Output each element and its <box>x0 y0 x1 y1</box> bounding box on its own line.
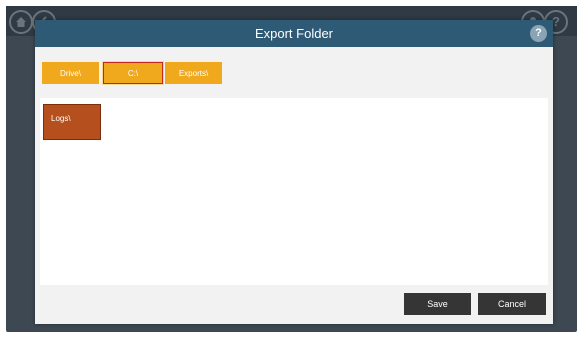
folder-list: Logs\ <box>40 98 548 285</box>
breadcrumb-item-exports[interactable]: Exports\ <box>165 62 222 84</box>
dialog-help-button[interactable]: ? <box>530 25 547 42</box>
breadcrumb-item-drive[interactable]: Drive\ <box>42 62 99 84</box>
save-button[interactable]: Save <box>404 293 471 315</box>
dialog-title: Export Folder <box>254 26 334 41</box>
home-icon[interactable] <box>9 10 33 34</box>
export-folder-dialog: Export Folder ? Drive\ C:\ Exports\ Logs… <box>35 20 553 324</box>
folder-item-logs[interactable]: Logs\ <box>43 104 101 140</box>
dialog-header: Export Folder ? <box>35 20 553 47</box>
cancel-button[interactable]: Cancel <box>478 293 546 315</box>
breadcrumb-item-c-drive[interactable]: C:\ <box>102 61 164 85</box>
breadcrumb: Drive\ C:\ Exports\ <box>42 61 222 85</box>
